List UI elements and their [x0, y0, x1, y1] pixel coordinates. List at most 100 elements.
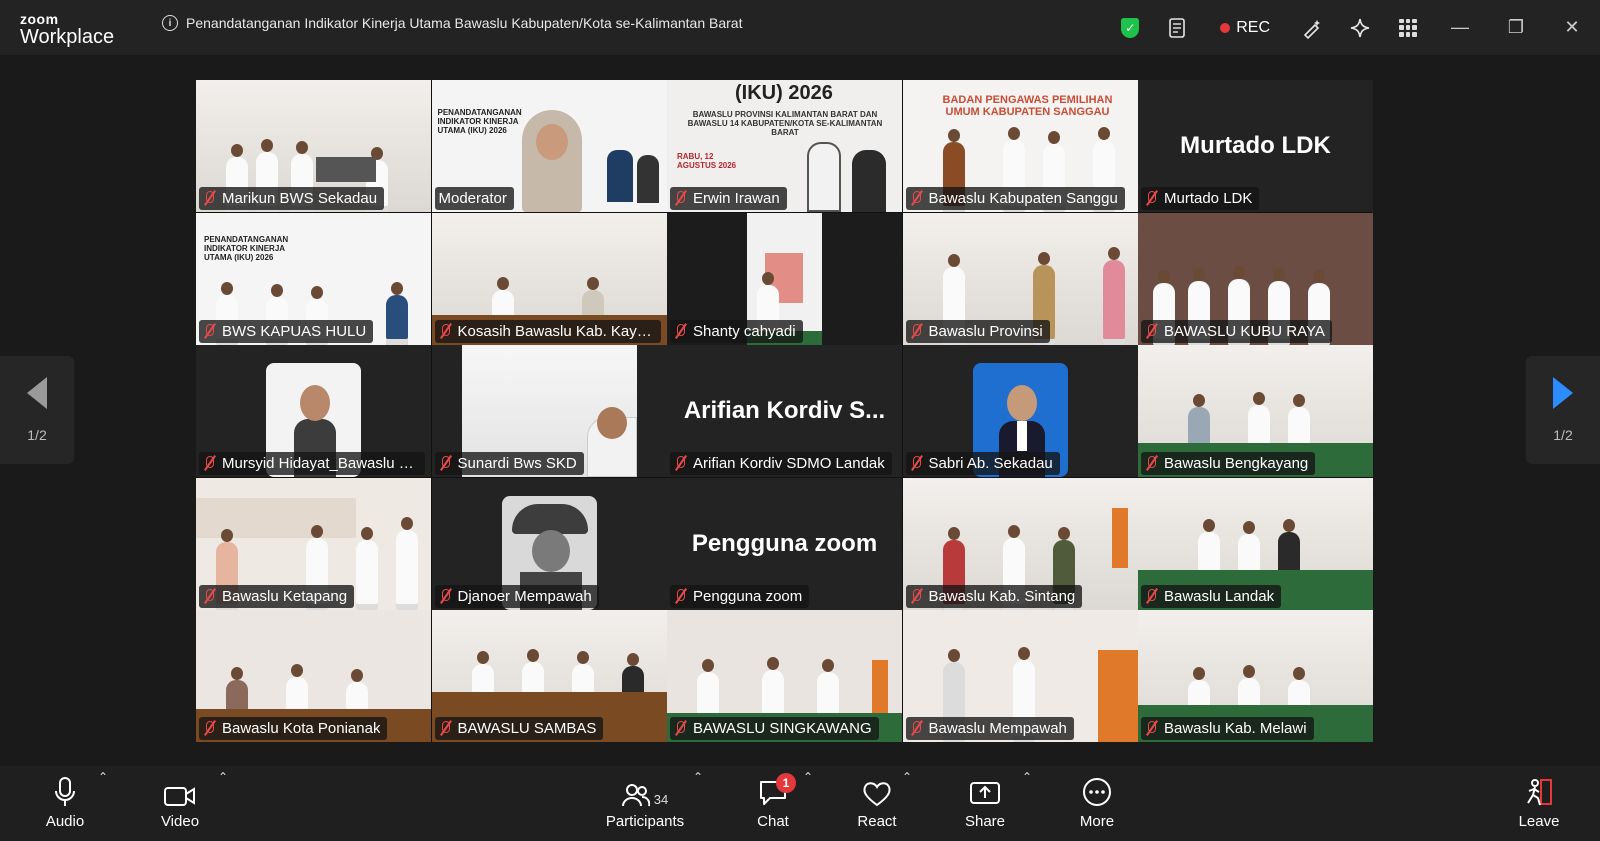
info-icon[interactable]: i	[162, 15, 178, 31]
camera-icon	[164, 777, 196, 807]
participants-icon: 34	[621, 777, 669, 807]
participant-tile[interactable]: Shanty cahyadi	[667, 212, 902, 345]
participant-tile[interactable]: Bawaslu Provinsi	[902, 212, 1138, 345]
chat-unread-badge: 1	[776, 773, 796, 793]
participant-label: BAWASLU SINGKAWANG	[670, 717, 879, 740]
participant-name: Bawaslu Landak	[1164, 587, 1275, 605]
participant-name: Mursyid Hidayat_Bawaslu K...	[222, 455, 418, 472]
restore-icon[interactable]: ❐	[1488, 0, 1544, 55]
leave-door-icon	[1524, 777, 1554, 807]
chat-icon: 1	[758, 773, 796, 807]
more-button[interactable]: More	[1072, 766, 1122, 841]
chat-button[interactable]: 1 Chat	[748, 766, 798, 841]
video-button[interactable]: Video	[155, 766, 205, 841]
mic-muted-icon	[439, 721, 452, 736]
participant-tile[interactable]: Bawaslu Bengkayang	[1138, 345, 1373, 477]
participant-label: Murtado LDK	[1141, 187, 1260, 210]
title-bar-controls: ✓ REC — ❐ ✕	[1106, 0, 1600, 55]
participant-name: Bawaslu Kabupaten Sanggu	[928, 190, 1118, 207]
leave-label: Leave	[1518, 813, 1560, 830]
share-options-caret-icon[interactable]: ⌃	[1022, 770, 1032, 784]
minimize-icon[interactable]: —	[1432, 0, 1488, 55]
mic-muted-icon	[674, 721, 687, 736]
participant-name: Pengguna zoom	[693, 587, 803, 605]
react-options-caret-icon[interactable]: ⌃	[902, 770, 912, 784]
participant-tile[interactable]: Mursyid Hidayat_Bawaslu K...	[196, 345, 431, 477]
participant-tile[interactable]: Sabri Ab. Sekadau	[902, 345, 1138, 477]
mic-muted-icon	[910, 721, 923, 736]
participant-name: Bawaslu Ketapang	[222, 587, 348, 605]
chat-options-caret-icon[interactable]: ⌃	[803, 770, 813, 784]
participant-name: Djanoer Mempawah	[457, 587, 592, 605]
participants-button[interactable]: 34 Participants	[600, 766, 690, 841]
participants-options-caret-icon[interactable]: ⌃	[693, 770, 703, 784]
participant-tile[interactable]: PENANDATANGANAN INDIKATOR KINERJA UTAMA …	[196, 212, 431, 345]
participants-count: 34	[653, 792, 669, 807]
participant-name: Bawaslu Mempawah	[928, 720, 1067, 737]
participant-tile[interactable]: Bawaslu Mempawah	[902, 610, 1138, 742]
captions-icon[interactable]	[1154, 0, 1202, 55]
apps-grid-icon[interactable]	[1384, 0, 1432, 55]
microphone-icon	[54, 777, 76, 807]
share-button[interactable]: Share	[960, 766, 1010, 841]
react-button[interactable]: React	[852, 766, 902, 841]
participant-tile[interactable]: Arifian Kordiv S... Arifian Kordiv SDMO …	[667, 345, 902, 477]
meeting-toolbar: Audio ⌃ Video ⌃ 34 Participants ⌃ 1 Chat…	[0, 766, 1600, 841]
participant-tile[interactable]: Sunardi Bws SKD	[431, 345, 667, 477]
participant-label: BAWASLU KUBU RAYA	[1141, 319, 1332, 343]
more-label: More	[1079, 813, 1115, 830]
more-dots-icon	[1082, 777, 1112, 807]
participant-name: Shanty cahyadi	[693, 322, 796, 340]
participant-tile[interactable]: Murtado LDK Murtado LDK	[1138, 80, 1373, 212]
audio-options-caret-icon[interactable]: ⌃	[98, 770, 108, 784]
page-indicator-right: 1/2	[1553, 427, 1573, 443]
participant-tile[interactable]: Bawaslu Kab. Melawi	[1138, 610, 1373, 742]
participant-label: Sabri Ab. Sekadau	[905, 452, 1060, 475]
ai-companion-sparkle-icon[interactable]	[1336, 0, 1384, 55]
participant-tile[interactable]: Marikun BWS Sekadau	[196, 80, 431, 212]
recording-indicator[interactable]: REC	[1202, 19, 1288, 37]
annotate-pen-icon[interactable]	[1288, 0, 1336, 55]
participant-tile[interactable]: Bawaslu Ketapang	[196, 477, 431, 610]
participant-label: Arifian Kordiv SDMO Landak	[670, 452, 892, 475]
participant-tile[interactable]: Djanoer Mempawah	[431, 477, 667, 610]
meeting-title-bar[interactable]: i Penandatanganan Indikator Kinerja Utam…	[162, 15, 742, 31]
video-label: Video	[160, 813, 200, 830]
participant-tile[interactable]: BAWASLU KUBU RAYA	[1138, 212, 1373, 345]
participant-tile[interactable]: (IKU) 2026 BAWASLU PROVINSI KALIMANTAN B…	[667, 80, 902, 212]
participant-tile[interactable]: BADAN PENGAWAS PEMILIHAN UMUM KABUPATEN …	[902, 80, 1138, 212]
participant-tile[interactable]: Kosasih Bawaslu Kab. Kayon...	[431, 212, 667, 345]
previous-page-button[interactable]: 1/2	[0, 356, 74, 464]
security-shield-icon[interactable]: ✓	[1106, 0, 1154, 55]
participant-name: BWS KAPUAS HULU	[222, 322, 367, 340]
zoom-workplace-logo: zoom Workplace	[20, 12, 114, 47]
audio-button[interactable]: Audio	[40, 766, 90, 841]
next-page-button[interactable]: 1/2	[1526, 356, 1600, 464]
participant-name: Moderator	[438, 190, 507, 207]
participant-label: Moderator	[434, 187, 514, 210]
participant-tile-active-speaker[interactable]: PENANDATANGANAN INDIKATOR KINERJA UTAMA …	[431, 80, 667, 212]
participant-tile[interactable]: BAWASLU SAMBAS	[431, 610, 667, 742]
participant-tile[interactable]: Bawaslu Landak	[1138, 477, 1373, 610]
participant-tile[interactable]: Bawaslu Kab. Sintang	[902, 477, 1138, 610]
react-label: React	[857, 813, 897, 830]
video-options-caret-icon[interactable]: ⌃	[218, 770, 228, 784]
participant-name: Arifian Kordiv SDMO Landak	[693, 455, 885, 472]
participant-label: BWS KAPUAS HULU	[199, 319, 374, 343]
leave-button[interactable]: Leave	[1514, 766, 1564, 841]
brand-workplace: Workplace	[20, 26, 115, 48]
mic-muted-icon	[1145, 721, 1158, 736]
participant-label: Marikun BWS Sekadau	[199, 187, 385, 210]
mic-muted-icon	[1145, 588, 1158, 604]
participant-tile[interactable]: Pengguna zoom Pengguna zoom	[667, 477, 902, 610]
participant-name: Bawaslu Kota Ponianak	[222, 720, 381, 737]
participant-tile[interactable]: Bawaslu Kota Ponianak	[196, 610, 431, 742]
share-label: Share	[964, 813, 1006, 830]
participant-name: Kosasih Bawaslu Kab. Kayon...	[457, 322, 654, 340]
mic-muted-icon	[1145, 191, 1158, 206]
mic-muted-icon	[910, 323, 923, 339]
participant-name: BAWASLU KUBU RAYA	[1164, 322, 1325, 340]
meeting-title: Penandatanganan Indikator Kinerja Utama …	[186, 15, 743, 31]
participant-tile[interactable]: BAWASLU SINGKAWANG	[667, 610, 902, 742]
close-icon[interactable]: ✕	[1544, 0, 1600, 55]
